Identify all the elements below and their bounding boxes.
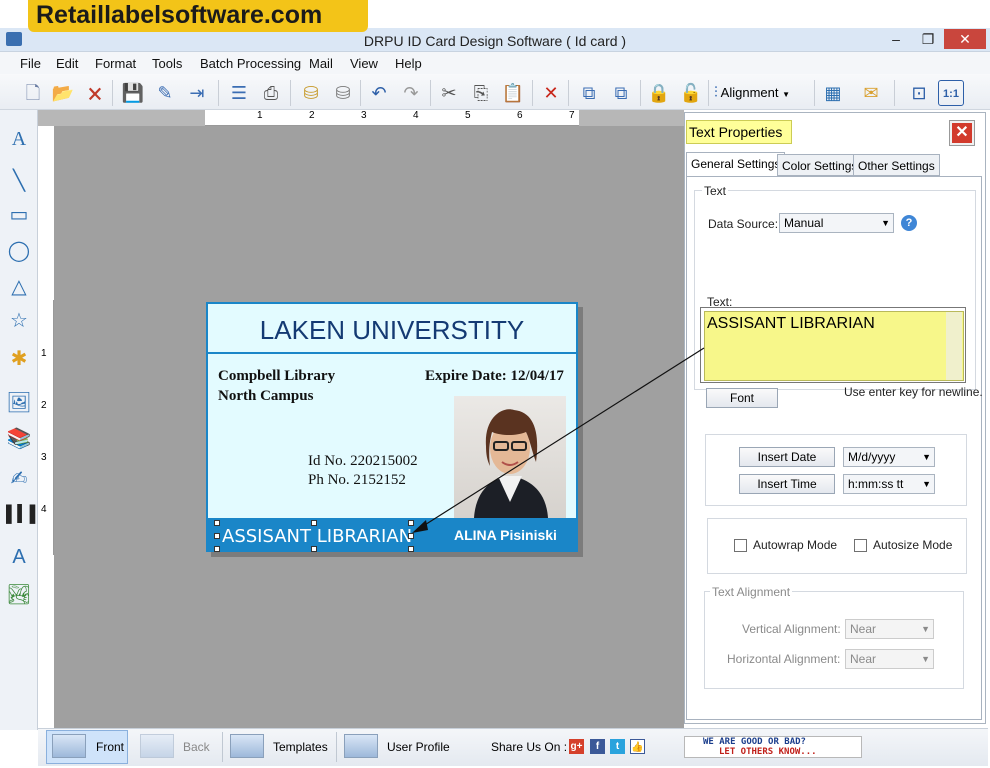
feedback-button[interactable]: WE ARE GOOD OR BAD? LET OTHERS KNOW... [684,736,862,758]
templates-button[interactable]: Templates [273,736,328,758]
share-label: Share Us On : [491,740,568,754]
user-profile-icon [344,734,378,758]
back-card-icon [140,734,174,758]
site-banner: Retaillabelsoftware.com [28,0,368,32]
google-plus-icon[interactable]: g+ [569,739,584,754]
user-profile-button[interactable]: User Profile [387,736,450,758]
front-card-icon [52,734,86,758]
front-label[interactable]: Front [96,736,124,758]
back-label[interactable]: Back [183,736,210,758]
feedback-line2: LET OTHERS KNOW... [719,747,817,757]
status-separator [222,732,223,762]
status-separator [336,732,337,762]
facebook-icon[interactable]: f [590,739,605,754]
like-icon[interactable]: 👍 [630,739,645,754]
templates-icon [230,734,264,758]
callout-arrow-icon [412,347,705,533]
feedback-line1: WE ARE GOOD OR BAD? [703,737,806,747]
twitter-icon[interactable]: t [610,739,625,754]
